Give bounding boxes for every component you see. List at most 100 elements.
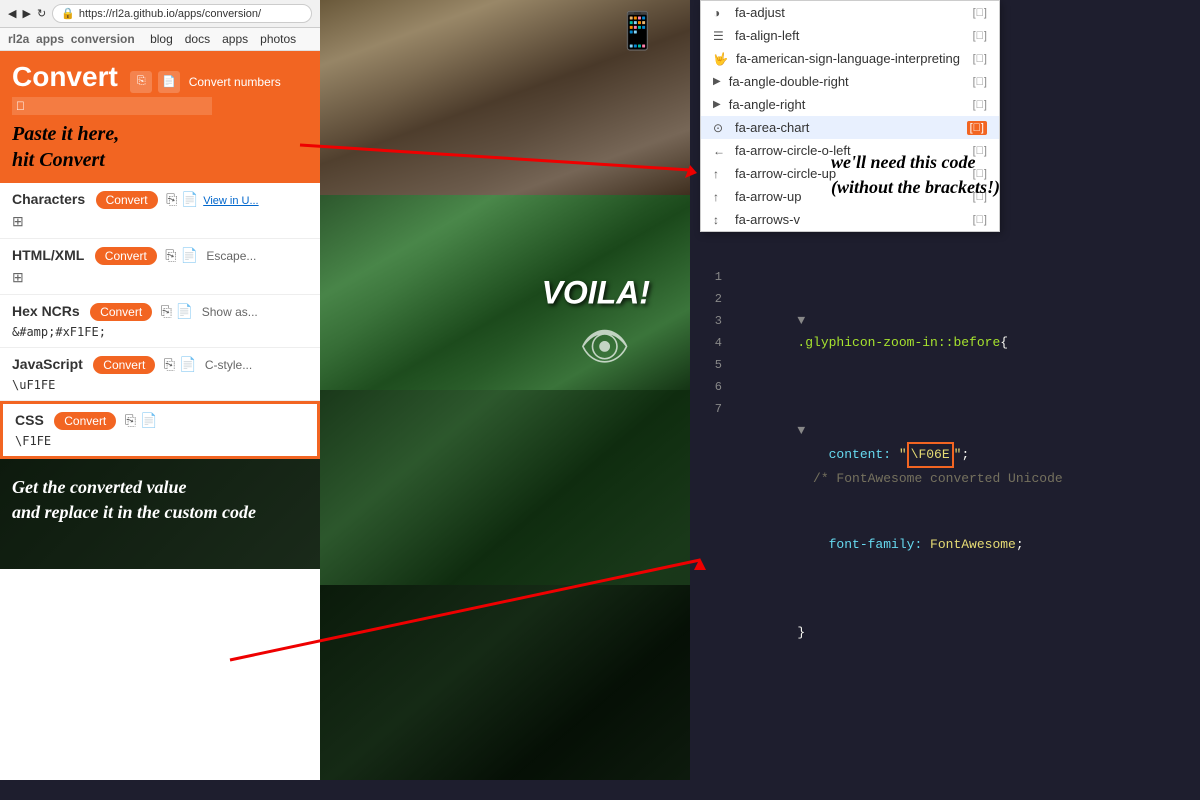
characters-convert-btn[interactable]: Convert	[96, 191, 158, 209]
fa-arrow-up-icon: ↑	[713, 190, 727, 204]
dropdown-item-fa-adjust[interactable]: ◑ fa-adjust []	[701, 1, 999, 24]
nav-docs[interactable]: docs	[185, 32, 210, 46]
js-extra: C-style...	[205, 358, 252, 372]
line-num-4: 4	[700, 332, 730, 354]
css-icons: ⎘ 📄	[125, 412, 158, 429]
hex-icons: ⎘ 📄	[161, 303, 194, 320]
code-editor: 1 2 3 4 5 6 7 ▼ .glyphicon-zoom-in::befo…	[700, 260, 1200, 780]
css-convert-btn[interactable]: Convert	[54, 412, 116, 430]
nav-bar: rl2a apps conversion blog docs apps phot…	[0, 28, 320, 51]
center-images: VOILA! 👁	[320, 0, 690, 780]
dropdown-item-fa-asl[interactable]: 🤟 fa-american-sign-language-interpreting…	[701, 47, 999, 70]
fa-adjust-text: fa-adjust	[735, 5, 965, 20]
smartphone-icon: 📱	[615, 10, 660, 52]
back-icon[interactable]: ◀	[8, 7, 16, 20]
js-file-btn[interactable]: 📄	[179, 356, 196, 373]
css-label: CSS	[15, 412, 44, 428]
fa-area-code: []	[967, 121, 987, 135]
code-line-3	[735, 376, 1063, 398]
line-num-5: 5	[700, 354, 730, 376]
file-icon-btn[interactable]: 📄	[158, 71, 180, 93]
hex-file-btn[interactable]: 📄	[176, 303, 193, 320]
fa-area-icon: ⊙	[713, 121, 727, 135]
fa-angle-dbl-code: []	[973, 76, 987, 88]
line-num-6: 6	[700, 376, 730, 398]
fa-angle-dbl-text: fa-angle-double-right	[729, 74, 965, 89]
code-line-1	[735, 266, 1063, 288]
view-in-link[interactable]: View in U...	[203, 195, 258, 207]
dropdown-item-fa-arrows-v[interactable]: ↕ fa-arrows-v []	[701, 208, 999, 231]
css-value: \F1FE	[15, 434, 305, 448]
htmlxml-file-btn[interactable]: 📄	[180, 247, 197, 264]
bg-image-mid2	[320, 390, 690, 585]
characters-grid-icon: ⊞	[12, 213, 308, 230]
site-name: rl2a apps conversion	[8, 32, 138, 46]
expand-arrow-2: ▶	[713, 99, 721, 110]
characters-file-btn[interactable]: 📄	[181, 191, 198, 208]
voila-text: VOILA!	[542, 274, 650, 311]
css-copy-btn[interactable]: ⎘	[125, 412, 136, 429]
fa-area-text: fa-area-chart	[735, 120, 959, 135]
lock-icon: 🔒	[61, 7, 75, 20]
code-line-7: }	[735, 600, 1063, 666]
code-selector: .glyphicon-zoom-in::before	[797, 335, 1000, 350]
reload-icon[interactable]: ↻	[37, 7, 46, 20]
expand-arrow-1: ▶	[713, 76, 721, 87]
dropdown-item-fa-align[interactable]: ☰ fa-align-left []	[701, 24, 999, 47]
js-copy-btn[interactable]: ⎘	[164, 356, 175, 373]
convert-desc: Convert numbers	[189, 75, 281, 89]
htmlxml-grid-icon: ⊞	[12, 269, 308, 286]
bottom-note: Get the converted value and replace it i…	[12, 475, 308, 525]
code-close-brace: }	[797, 625, 805, 640]
js-icons: ⎘ 📄	[164, 356, 197, 373]
hex-section: Hex NCRs Convert ⎘ 📄 Show as... &#amp;#x…	[0, 295, 320, 348]
js-value: \uF1FE	[12, 378, 308, 392]
fa-arrow-circle-o-icon: ←	[713, 144, 727, 158]
css-file-btn[interactable]: 📄	[140, 412, 157, 429]
code-line-5: font-family: FontAwesome;	[735, 512, 1063, 578]
fa-adjust-icon: ◑	[713, 6, 727, 20]
line-num-1: 1	[700, 266, 730, 288]
htmlxml-section: HTML/XML Convert ⎘ 📄 Escape... ⊞	[0, 239, 320, 295]
header-icons: ⎘ 📄	[130, 71, 180, 93]
dropdown-item-fa-angle-right[interactable]: ▶ fa-angle-right []	[701, 93, 999, 116]
htmlxml-copy-btn[interactable]: ⎘	[165, 247, 176, 264]
nav-photos[interactable]: photos	[260, 32, 296, 46]
fa-angle-right-code: []	[973, 99, 987, 111]
hex-value: &#amp;#xF1FE;	[12, 325, 308, 339]
convert-header: Convert ⎘ 📄 Convert numbers Paste it her…	[0, 51, 320, 183]
line-num-3: 3	[700, 310, 730, 332]
line-num-2: 2	[700, 288, 730, 310]
htmlxml-convert-btn[interactable]: Convert	[95, 247, 157, 265]
url-text: https://rl2a.github.io/apps/conversion/	[79, 8, 261, 20]
annotation-text: we'll need this code (without the bracke…	[831, 150, 1000, 200]
characters-copy-btn[interactable]: ⎘	[166, 191, 177, 208]
dropdown-item-fa-area[interactable]: ⊙ fa-area-chart []	[701, 116, 999, 139]
code-content-prop: content:	[797, 447, 898, 462]
url-bar[interactable]: 🔒 https://rl2a.github.io/apps/conversion…	[52, 4, 312, 23]
characters-icons: ⎘ 📄	[166, 191, 199, 208]
nav-blog[interactable]: blog	[150, 32, 173, 46]
hex-convert-btn[interactable]: Convert	[90, 303, 152, 321]
nav-apps[interactable]: apps	[222, 32, 248, 46]
code-line-4: ▼ content: "\F06E"; /* FontAwesome conve…	[735, 398, 1063, 512]
code-font-family-prop: font-family:	[797, 537, 930, 552]
hex-copy-btn[interactable]: ⎘	[161, 303, 172, 320]
code-line-6	[735, 578, 1063, 600]
forward-icon[interactable]: ▶	[22, 7, 30, 20]
fa-angle-right-text: fa-angle-right	[729, 97, 965, 112]
convert-input[interactable]	[12, 97, 212, 115]
conversion-panel: ◀ ▶ ↻ 🔒 https://rl2a.github.io/apps/conv…	[0, 0, 320, 780]
line-num-7: 7	[700, 398, 730, 420]
fa-arrows-v-code: []	[973, 214, 987, 226]
js-convert-btn[interactable]: Convert	[93, 356, 155, 374]
htmlxml-label: HTML/XML	[12, 247, 84, 263]
hex-extra: Show as...	[202, 305, 258, 319]
fa-asl-text: fa-american-sign-language-interpreting	[736, 51, 965, 66]
annotation-box: we'll need this code (without the bracke…	[831, 150, 1000, 200]
hex-label: Hex NCRs	[12, 303, 80, 319]
copy-icon-btn[interactable]: ⎘	[130, 71, 152, 93]
bg-image-mid1: VOILA! 👁	[320, 195, 690, 390]
htmlxml-icons: ⎘ 📄	[165, 247, 198, 264]
dropdown-item-fa-angle-dbl[interactable]: ▶ fa-angle-double-right []	[701, 70, 999, 93]
